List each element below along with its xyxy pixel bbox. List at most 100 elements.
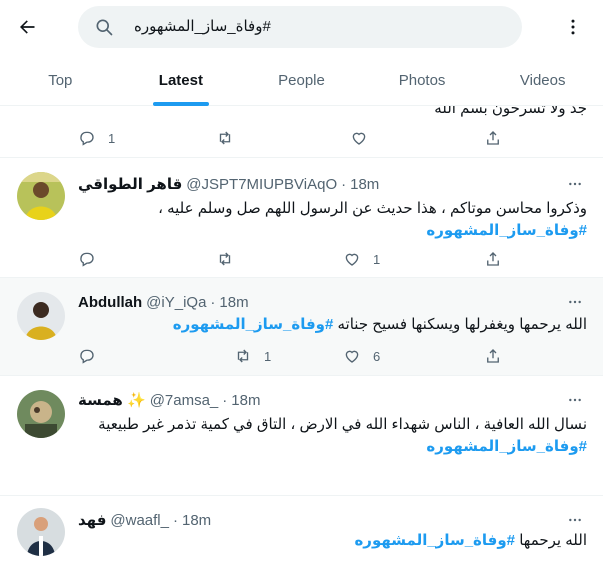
tweet-body: نسال الله العافية ، الناس شهداء الله في …: [98, 416, 587, 433]
like-icon: [345, 350, 359, 363]
tab-photos[interactable]: Photos: [362, 54, 483, 106]
tweet-feed: جد ولا تسرحون بسم الله 1 قاهر الطواقي @J…: [0, 106, 603, 566]
retweet-icon: [219, 131, 231, 145]
avatar[interactable]: [17, 172, 65, 220]
tweet-actions: 1: [78, 249, 499, 269]
avatar-image: [17, 172, 65, 220]
back-button[interactable]: [10, 10, 44, 44]
tweet-actions: 1 6: [78, 346, 499, 366]
author-name[interactable]: قاهر الطواقي: [78, 175, 182, 193]
share-button[interactable]: [484, 128, 502, 148]
tweet-body: الله يرحمها ويغفرلها ويسكنها فسيح جناته: [337, 316, 587, 333]
tweet-partial[interactable]: جد ولا تسرحون بسم الله 1: [0, 106, 603, 158]
like-count: 6: [373, 348, 381, 364]
avatar[interactable]: [17, 508, 65, 556]
tab-label: Photos: [398, 71, 446, 89]
author-name[interactable]: Abdullah: [78, 294, 142, 311]
reply-button[interactable]: [78, 346, 96, 366]
author-handle[interactable]: @JSPT7MIUPBViAqO: [186, 176, 337, 193]
tweet-menu-button[interactable]: [565, 392, 585, 408]
avatar[interactable]: [17, 292, 65, 340]
tweet-text: الله يرحمها ويغفرلها ويسكنها فسيح جناته …: [78, 314, 587, 336]
tweet-menu-button[interactable]: [565, 176, 585, 192]
author-handle[interactable]: @iY_iQa: [146, 294, 206, 311]
retweet-icon: [219, 252, 231, 266]
tweet-menu-button[interactable]: [565, 294, 585, 310]
tab-videos[interactable]: Videos: [482, 54, 603, 106]
reply-count: 1: [108, 130, 116, 146]
separator-dot: ·: [341, 175, 347, 193]
avatar[interactable]: [17, 390, 65, 438]
hashtag-link[interactable]: #وفاة_ساز_المشهوره: [78, 220, 587, 242]
caret-icon: [569, 300, 581, 304]
search-input[interactable]: #وفاة_ساز_المشهوره: [78, 6, 522, 48]
tweet-header: Abdullah @iY_iQa · 18m: [78, 292, 587, 312]
caret-icon: [569, 518, 581, 522]
hashtag-link[interactable]: #وفاة_ساز_المشهوره: [354, 532, 515, 549]
share-icon: [487, 131, 499, 145]
tweet-time[interactable]: 18m: [182, 512, 211, 529]
tweet-header: فهد @waafl_ · 18m: [78, 510, 587, 530]
tweet[interactable]: فهد @waafl_ · 18m الله يرحمها #وفاة_ساز_…: [0, 496, 603, 566]
like-button[interactable]: [350, 128, 368, 148]
share-button[interactable]: [484, 346, 502, 366]
tweet-actions: 1: [78, 128, 499, 148]
avatar-image: [17, 292, 65, 340]
active-tab-indicator: [152, 102, 209, 106]
share-icon: [487, 252, 499, 266]
like-count: 1: [373, 251, 381, 267]
tweet[interactable]: Abdullah @iY_iQa · 18m الله يرحمها ويغفر…: [0, 278, 603, 376]
tweet-text: جد ولا تسرحون بسم الله: [434, 106, 587, 117]
author-name[interactable]: همسة ✨: [78, 391, 146, 409]
search-query[interactable]: #وفاة_ساز_المشهوره: [134, 17, 508, 35]
caret-icon: [569, 182, 581, 186]
tweet-time[interactable]: 18m: [219, 294, 248, 311]
tweet-menu-button[interactable]: [565, 512, 585, 528]
back-arrow-icon: [20, 20, 35, 34]
search-tabs: Top Latest People Photos Videos: [0, 54, 603, 106]
tweet-time[interactable]: 18m: [350, 176, 379, 193]
share-icon: [487, 349, 499, 363]
like-icon: [352, 132, 366, 145]
avatar-image: [17, 508, 65, 556]
avatar-image: [17, 390, 65, 438]
retweet-button[interactable]: [216, 128, 234, 148]
reply-button[interactable]: [78, 249, 96, 269]
share-button[interactable]: [484, 249, 502, 269]
separator-dot: ·: [210, 293, 216, 311]
reply-button[interactable]: 1: [78, 128, 115, 148]
tweet-body: وذكروا محاسن موتاكم ، هذا حديث عن الرسول…: [158, 200, 587, 217]
retweet-button[interactable]: 1: [234, 346, 271, 366]
author-name[interactable]: فهد: [78, 511, 106, 529]
tab-label: People: [278, 71, 325, 89]
tab-people[interactable]: People: [241, 54, 362, 106]
tweet[interactable]: همسة ✨ @7amsa_ · 18m نسال الله العافية ،…: [0, 376, 603, 496]
hashtag-link[interactable]: #وفاة_ساز_المشهوره: [78, 436, 587, 458]
tweet-text: الله يرحمها #وفاة_ساز_المشهوره: [78, 530, 587, 552]
retweet-count: 1: [264, 348, 272, 364]
search-header: #وفاة_ساز_المشهوره Top Latest People Pho…: [0, 0, 603, 106]
tweet-time[interactable]: 18m: [231, 392, 260, 409]
tab-label: Videos: [519, 71, 566, 89]
tweet-header: قاهر الطواقي @JSPT7MIUPBViAqO · 18m: [78, 174, 587, 194]
author-handle[interactable]: @waafl_: [110, 512, 169, 529]
reply-icon: [80, 252, 94, 267]
hashtag-link[interactable]: #وفاة_ساز_المشهوره: [173, 316, 334, 333]
retweet-button[interactable]: [216, 249, 234, 269]
tweet[interactable]: قاهر الطواقي @JSPT7MIUPBViAqO · 18m وذكر…: [0, 158, 603, 278]
more-options-button[interactable]: [556, 10, 590, 44]
tab-label: Latest: [158, 71, 203, 89]
like-icon: [345, 253, 359, 266]
tab-top[interactable]: Top: [0, 54, 121, 106]
separator-dot: ·: [222, 391, 228, 409]
tab-latest[interactable]: Latest: [121, 54, 242, 106]
more-icon: [571, 19, 575, 35]
author-handle[interactable]: @7amsa_: [150, 392, 219, 409]
tweet-header: همسة ✨ @7amsa_ · 18m: [78, 390, 587, 410]
tweet-body: الله يرحمها: [519, 532, 587, 549]
reply-icon: [80, 131, 94, 146]
caret-icon: [569, 398, 581, 402]
like-button[interactable]: 1: [343, 249, 380, 269]
like-button[interactable]: 6: [343, 346, 380, 366]
separator-dot: ·: [172, 511, 178, 529]
